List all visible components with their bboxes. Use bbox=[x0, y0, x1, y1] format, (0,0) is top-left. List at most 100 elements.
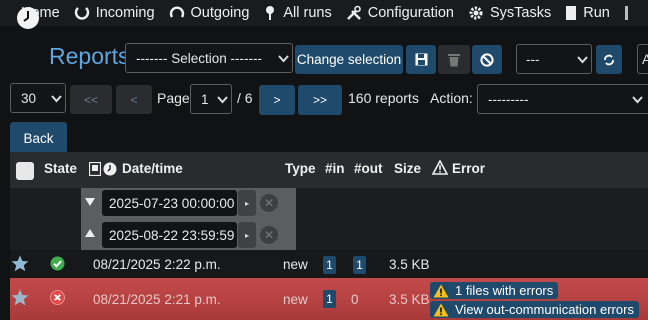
rows-per-page-value: 30 bbox=[21, 90, 37, 106]
star-icon[interactable] bbox=[11, 289, 29, 306]
nav-systasks-label: SysTasks bbox=[490, 5, 552, 21]
row-in-badge[interactable]: 1 bbox=[323, 290, 336, 308]
chevron-down-icon bbox=[278, 55, 289, 63]
nav-systasks[interactable]: SysTasks bbox=[468, 5, 551, 21]
prev-page-button[interactable]: < bbox=[116, 85, 152, 114]
status-error-icon bbox=[50, 290, 65, 305]
action-select[interactable]: --------- bbox=[477, 84, 648, 114]
ban-icon bbox=[480, 52, 494, 67]
date-from-clear-button[interactable]: ✕ bbox=[260, 194, 278, 212]
date-from-picker-button[interactable]: ▸ bbox=[238, 190, 256, 216]
view-out-errors-text: View out-communication errors bbox=[455, 302, 634, 317]
page-select[interactable]: 1 bbox=[190, 84, 232, 114]
page-label: Page bbox=[157, 90, 190, 106]
files-with-errors-text: 1 files with errors bbox=[455, 283, 554, 298]
view-out-errors-badge[interactable]: View out-communication errors bbox=[430, 301, 639, 318]
warning-icon bbox=[433, 284, 449, 297]
column-toggle-icon[interactable] bbox=[89, 162, 101, 176]
nav-run-label: Run bbox=[583, 5, 610, 21]
select-all-checkbox[interactable] bbox=[16, 162, 34, 180]
pencil-icon bbox=[624, 6, 628, 20]
row-size: 3.5 KB bbox=[389, 257, 430, 272]
action-label: Action: bbox=[430, 90, 473, 106]
nav-incoming[interactable]: Incoming bbox=[74, 5, 155, 21]
date-to-picker-button[interactable]: ▸ bbox=[238, 222, 256, 248]
nav-run[interactable]: Run bbox=[565, 5, 610, 21]
clock-icon bbox=[17, 7, 39, 29]
save-button[interactable] bbox=[406, 45, 436, 74]
date-range-panel: 2025-07-23 00:00:00 ▸ ✕ 2025-08-22 23:59… bbox=[81, 188, 296, 250]
total-pages: / 6 bbox=[237, 90, 253, 106]
change-selection-button[interactable]: Change selection bbox=[295, 45, 403, 74]
date-from-input[interactable]: 2025-07-23 00:00:00 bbox=[102, 190, 237, 216]
header-error[interactable]: Error bbox=[452, 161, 485, 176]
nav-incoming-label: Incoming bbox=[95, 5, 155, 21]
selection-value: ------- Selection ------- bbox=[136, 50, 262, 66]
clear-button[interactable] bbox=[472, 45, 502, 74]
refresh-button[interactable] bbox=[596, 45, 622, 74]
row-datetime: 08/21/2025 2:22 p.m. bbox=[93, 257, 221, 272]
nav-configuration[interactable]: Configuration bbox=[346, 5, 454, 21]
gear-icon bbox=[469, 6, 483, 20]
top-navbar: Home Incoming Outgoing All runs Configur… bbox=[0, 0, 648, 26]
outgoing-icon bbox=[169, 6, 184, 18]
rows-per-page-select[interactable]: 30 bbox=[10, 83, 66, 113]
header-type[interactable]: Type bbox=[285, 161, 316, 176]
incoming-icon bbox=[74, 7, 89, 20]
row-out-badge[interactable]: 1 bbox=[353, 256, 366, 274]
header-in[interactable]: #in bbox=[325, 161, 345, 176]
first-page-button[interactable]: << bbox=[70, 85, 112, 114]
nav-outgoing[interactable]: Outgoing bbox=[169, 5, 250, 21]
nav-all-runs-label: All runs bbox=[283, 5, 332, 21]
action-select-value: --------- bbox=[488, 91, 529, 107]
refresh-icon bbox=[604, 54, 614, 65]
next-page-button[interactable]: > bbox=[259, 85, 295, 115]
table-row[interactable]: 08/21/2025 2:22 p.m. new 1 1 3.5 KB bbox=[10, 250, 648, 278]
header-out[interactable]: #out bbox=[354, 161, 383, 176]
date-filter-row: 2025-07-23 00:00:00 ▸ ✕ 2025-08-22 23:59… bbox=[10, 188, 648, 250]
chevron-down-icon bbox=[632, 96, 643, 104]
header-size[interactable]: Size bbox=[394, 161, 421, 176]
row-type: new bbox=[283, 292, 308, 307]
date-to-input[interactable]: 2025-08-22 23:59:59 bbox=[102, 222, 237, 248]
floppy-icon bbox=[415, 53, 427, 66]
sort-down-icon[interactable] bbox=[84, 197, 96, 207]
last-page-button[interactable]: >> bbox=[298, 85, 342, 115]
back-button[interactable]: Back bbox=[10, 122, 67, 154]
header-datetime[interactable]: Date/time bbox=[122, 161, 183, 176]
overflow-dropdown-glyph: A bbox=[642, 51, 648, 67]
warning-icon bbox=[433, 303, 449, 316]
overflow-dropdown[interactable]: A bbox=[637, 44, 648, 74]
sort-up-icon[interactable] bbox=[84, 228, 96, 238]
chevron-down-icon bbox=[51, 95, 62, 103]
nav-all-runs[interactable]: All runs bbox=[263, 5, 332, 21]
star-icon[interactable] bbox=[11, 255, 29, 272]
delete-button[interactable] bbox=[438, 45, 470, 74]
report-count: 160 reports bbox=[348, 90, 419, 106]
row-size: 3.5 KB bbox=[389, 292, 430, 307]
status-ok-icon bbox=[50, 256, 65, 271]
table-row-error[interactable]: 08/21/2025 2:21 p.m. new 1 0 3.5 KB 1 fi… bbox=[10, 278, 648, 320]
warning-header-icon bbox=[432, 160, 448, 175]
chevron-down-icon bbox=[217, 96, 228, 104]
document-icon bbox=[566, 6, 577, 20]
nav-overflow-item[interactable] bbox=[624, 5, 636, 21]
row-type: new bbox=[283, 257, 308, 272]
table-header: State Date/time Type #in #out Size Error bbox=[10, 152, 648, 188]
chevron-down-icon bbox=[577, 56, 588, 64]
preset-value: --- bbox=[526, 51, 540, 67]
clock-small-icon bbox=[103, 162, 117, 176]
selection-dropdown[interactable]: ------- Selection ------- bbox=[125, 43, 293, 73]
row-datetime: 08/21/2025 2:21 p.m. bbox=[93, 292, 221, 307]
tools-icon bbox=[346, 5, 361, 20]
files-with-errors-badge[interactable]: 1 files with errors bbox=[430, 282, 559, 299]
header-state[interactable]: State bbox=[44, 161, 77, 176]
nav-outgoing-label: Outgoing bbox=[190, 5, 250, 21]
page-title: Reports bbox=[49, 43, 130, 69]
row-in-badge[interactable]: 1 bbox=[323, 256, 336, 274]
preset-dropdown[interactable]: --- bbox=[516, 44, 592, 74]
page-select-value: 1 bbox=[201, 91, 209, 107]
trash-icon bbox=[448, 53, 460, 66]
date-to-clear-button[interactable]: ✕ bbox=[260, 226, 278, 244]
nav-configuration-label: Configuration bbox=[367, 5, 454, 21]
